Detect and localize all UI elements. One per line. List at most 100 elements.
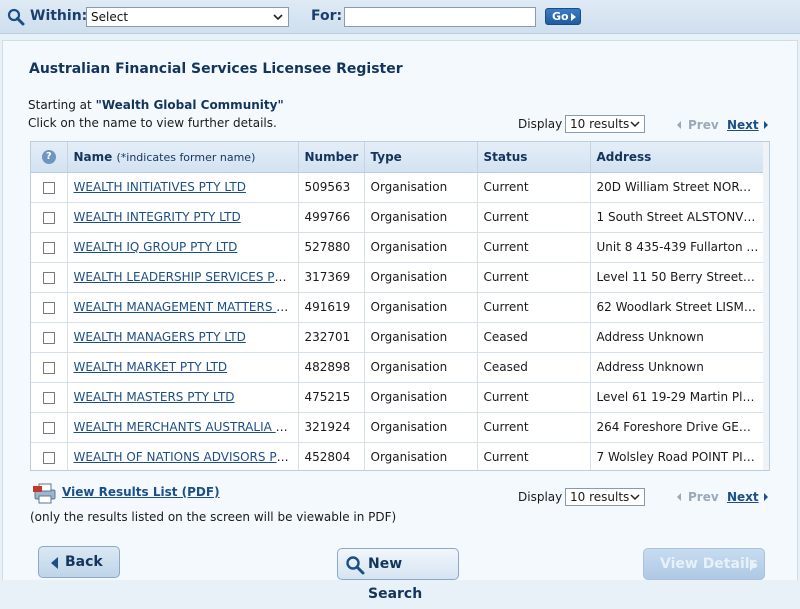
row-status: Current <box>477 172 591 203</box>
row-checkbox[interactable] <box>42 301 55 314</box>
licensee-name-link[interactable]: WEALTH MARKET PTY LTD <box>74 360 228 374</box>
new-search-button[interactable]: New Search <box>337 548 459 602</box>
page-title: Australian Financial Services Licensee R… <box>29 61 403 77</box>
within-select[interactable]: Select <box>86 7 289 27</box>
row-checkbox[interactable] <box>42 331 55 344</box>
row-address: Level 11 50 Berry Street NORTH <box>590 262 766 293</box>
row-type: Organisation <box>364 292 478 323</box>
licensee-name-link[interactable]: WEALTH MANAGEMENT MATTERS PTY LTD <box>74 300 298 314</box>
row-type: Organisation <box>364 262 478 293</box>
back-button[interactable]: Back <box>38 546 120 578</box>
view-details-label: View Details <box>660 556 758 572</box>
row-address: Address Unknown <box>590 322 766 353</box>
row-checkbox[interactable] <box>42 391 55 404</box>
pdf-printer-icon[interactable] <box>33 482 57 504</box>
table-row[interactable]: WEALTH INTEGRITY PTY LTD 499766 Organisati… <box>31 202 766 233</box>
display-select-bottom[interactable]: 10 results <box>565 488 645 506</box>
row-type: Organisation <box>364 232 478 263</box>
row-select-cell <box>31 352 68 383</box>
row-checkbox[interactable] <box>42 421 55 434</box>
display-select-value: 10 results <box>570 117 630 131</box>
table-row[interactable]: WEALTH MASTERS PTY LTD 475215 Organisation… <box>31 382 766 413</box>
row-checkbox[interactable] <box>42 361 55 374</box>
row-checkbox[interactable] <box>42 451 55 464</box>
licensee-name-link[interactable]: WEALTH MASTERS PTY LTD <box>74 390 235 404</box>
help-icon[interactable]: ? <box>41 150 56 164</box>
row-select-cell <box>31 382 68 413</box>
table-row[interactable]: WEALTH OF NATIONS ADVISORS PTY LTD 452804… <box>31 442 766 470</box>
row-address: 264 Foreshore Drive GERALDTON <box>590 412 766 443</box>
display-select-top[interactable]: 10 results <box>565 115 645 133</box>
table-row[interactable]: WEALTH INITIATIVES PTY LTD 509563 Organisa… <box>31 172 766 203</box>
row-name-cell: WEALTH MARKET PTY LTD <box>67 352 299 383</box>
licensee-name-link[interactable]: WEALTH LEADERSHIP SERVICES PTY LTD <box>74 270 298 284</box>
new-search-label: New Search <box>368 556 423 602</box>
next-arrow-icon[interactable] <box>764 121 768 129</box>
row-number: 509563 <box>298 172 365 203</box>
row-status: Current <box>477 412 591 443</box>
licensee-name-link[interactable]: WEALTH INITIATIVES PTY LTD <box>74 180 246 194</box>
row-select-cell <box>31 442 68 470</box>
row-checkbox[interactable] <box>42 241 55 254</box>
chevron-down-icon <box>630 494 640 501</box>
row-status: Current <box>477 292 591 323</box>
search-input[interactable] <box>344 7 536 27</box>
row-address: 1 South Street ALSTONVILLE <box>590 202 766 233</box>
view-details-button[interactable]: View Details <box>643 548 765 580</box>
licensee-name-link[interactable]: WEALTH INTEGRITY PTY LTD <box>74 210 241 224</box>
next-link-bottom[interactable]: Next <box>727 490 759 504</box>
row-type: Organisation <box>364 352 478 383</box>
row-number: 527880 <box>298 232 365 263</box>
prev-link-top[interactable]: Prev <box>688 118 719 132</box>
row-checkbox[interactable] <box>42 181 55 194</box>
search-icon <box>346 556 365 575</box>
table-row[interactable]: WEALTH IQ GROUP PTY LTD 527880 Organisatio… <box>31 232 766 263</box>
column-header-name: Name (*indicates former name) <box>67 142 299 173</box>
row-number: 321924 <box>298 412 365 443</box>
row-checkbox[interactable] <box>42 211 55 224</box>
table-row[interactable]: WEALTH LEADERSHIP SERVICES PTY LTD 317369… <box>31 262 766 293</box>
row-status: Current <box>477 202 591 233</box>
row-type: Organisation <box>364 202 478 233</box>
licensee-name-link[interactable]: WEALTH IQ GROUP PTY LTD <box>74 240 238 254</box>
row-checkbox[interactable] <box>42 271 55 284</box>
pdf-note: (only the results listed on the screen w… <box>30 510 397 524</box>
row-number: 475215 <box>298 382 365 413</box>
go-button[interactable]: Go <box>545 8 581 25</box>
table-row[interactable]: WEALTH MARKET PTY LTD 482898 Organisation C… <box>31 352 766 383</box>
row-number: 491619 <box>298 292 365 323</box>
row-address: 20D William Street NORWOOD <box>590 172 766 203</box>
row-name-cell: WEALTH MANAGERS PTY LTD <box>67 322 299 353</box>
row-number: 482898 <box>298 352 365 383</box>
prev-arrow-icon <box>677 121 681 129</box>
licensee-name-link[interactable]: WEALTH OF NATIONS ADVISORS PTY LTD <box>74 450 298 464</box>
view-results-pdf-link[interactable]: View Results List (PDF) <box>62 485 220 499</box>
go-button-label: Go <box>552 10 569 23</box>
display-label-top: Display <box>518 117 563 131</box>
hint-text: Click on the name to view further detail… <box>28 116 277 130</box>
starting-at-value: "Wealth Global Community" <box>95 98 284 112</box>
table-row[interactable]: WEALTH MERCHANTS AUSTRALIA PTY LTD321924… <box>31 412 766 443</box>
next-link-top[interactable]: Next <box>727 118 759 132</box>
row-select-cell <box>31 292 68 323</box>
row-name-cell: WEALTH OF NATIONS ADVISORS PTY LTD <box>67 442 299 470</box>
licensee-name-link[interactable]: WEALTH MERCHANTS AUSTRALIA PTY LTD <box>74 420 298 434</box>
row-status: Current <box>477 262 591 293</box>
arrow-right-icon <box>571 13 576 21</box>
licensee-name-link[interactable]: WEALTH MANAGERS PTY LTD <box>74 330 246 344</box>
table-row[interactable]: WEALTH MANAGERS PTY LTD 232701 Organisatio… <box>31 322 766 353</box>
row-select-cell <box>31 172 68 203</box>
row-status: Ceased <box>477 352 591 383</box>
prev-link-bottom[interactable]: Prev <box>688 490 719 504</box>
table-scrollbar[interactable] <box>763 142 769 470</box>
help-header[interactable]: ? <box>31 142 68 173</box>
next-arrow-icon[interactable] <box>764 493 768 501</box>
arrow-right-icon <box>750 559 756 571</box>
back-button-label: Back <box>65 554 103 570</box>
row-select-cell <box>31 262 68 293</box>
row-status: Current <box>477 442 591 470</box>
table-row[interactable]: WEALTH MANAGEMENT MATTERS PTY LTD491619O… <box>31 292 766 323</box>
prev-arrow-icon <box>677 493 681 501</box>
row-name-cell: WEALTH MERCHANTS AUSTRALIA PTY LTD <box>67 412 299 443</box>
row-address: 7 Wolsley Road POINT PIPER <box>590 442 766 470</box>
